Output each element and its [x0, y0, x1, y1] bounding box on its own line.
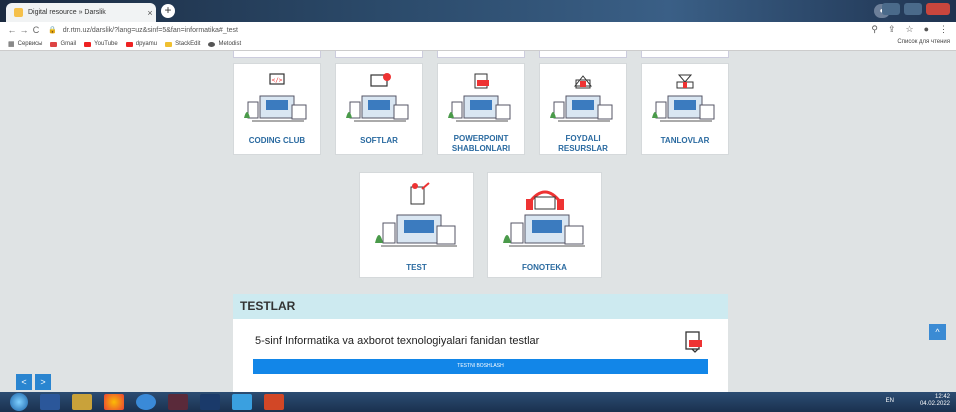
- bookmark-dpyamu[interactable]: dpyamu: [125, 41, 157, 47]
- card-label: TEST: [406, 263, 427, 272]
- testlar-section: TESTLAR 5-sinf Informatika va axborot te…: [233, 294, 728, 392]
- card-label: SOFTLAR: [360, 136, 398, 145]
- stackedit-icon: [165, 41, 173, 47]
- card-softlar[interactable]: SOFTLAR: [335, 63, 423, 155]
- bookmark-gmail[interactable]: Gmail: [50, 41, 76, 47]
- prev-page-button[interactable]: <: [16, 374, 32, 390]
- tab-title: Digital resource » Darslik: [28, 9, 106, 16]
- test-title: 5-sinf Informatika va axborot texnologiy…: [255, 335, 540, 347]
- reading-list[interactable]: Список для чтения: [897, 39, 950, 45]
- url-field[interactable]: dr.rtm.uz/darslik/?lang=uz&sinf=5&fan=in…: [63, 27, 238, 34]
- system-clock[interactable]: 12:42 04.02.2022: [920, 394, 950, 408]
- card-coding-club[interactable]: </> CODING CLUB: [233, 63, 321, 155]
- share-icon[interactable]: ⇪: [888, 24, 896, 35]
- telegram-icon[interactable]: [232, 394, 252, 410]
- card-strip: [437, 51, 525, 58]
- browser-app-icon[interactable]: [136, 394, 156, 410]
- close-window-button[interactable]: [926, 3, 950, 15]
- powerpoint-app-icon[interactable]: [264, 394, 284, 410]
- site-favicon-icon: [14, 8, 23, 17]
- zoom-icon[interactable]: ⚲: [871, 24, 878, 35]
- minimize-button[interactable]: [882, 3, 900, 15]
- back-button[interactable]: ←: [6, 25, 18, 35]
- card-strip: [335, 51, 423, 58]
- card-label: TANLOVLAR: [660, 136, 710, 145]
- address-actions: ⚲ ⇪ ☆ ● ⋮: [871, 24, 948, 35]
- page-content: </> CODING CLUB SOFTLAR POWERPOINT SHABL…: [0, 51, 956, 392]
- gmail-icon: [50, 41, 58, 47]
- coding-club-icon: </>: [244, 73, 307, 122]
- start-button[interactable]: [10, 393, 28, 411]
- card-tanlovlar[interactable]: TANLOVLAR: [641, 63, 729, 155]
- card-strip: [641, 51, 729, 58]
- forward-button[interactable]: →: [18, 25, 30, 35]
- metodist-icon: [208, 41, 216, 47]
- bookmark-stackedit[interactable]: StackEdit: [165, 41, 200, 47]
- star-icon[interactable]: ☆: [905, 24, 913, 35]
- app-icon[interactable]: [72, 394, 92, 410]
- window-controls: [882, 3, 950, 15]
- apps-grid-icon: ▦: [8, 41, 15, 48]
- svg-text:</>: </>: [272, 77, 283, 84]
- lock-icon: 🔒: [48, 27, 57, 34]
- card-strip: [233, 51, 321, 58]
- youtube-icon: [84, 41, 92, 47]
- next-page-button[interactable]: >: [35, 374, 51, 390]
- dpyamu-icon: [125, 41, 133, 47]
- bookmarks-bar: ▦ Сервисы Gmail YouTube dpyamu StackEdit …: [0, 38, 956, 51]
- tab-close-icon[interactable]: ×: [144, 8, 156, 18]
- os-taskbar: EN 12:42 04.02.2022: [0, 392, 956, 412]
- bookmark-youtube[interactable]: YouTube: [84, 41, 118, 47]
- trophy-icon: [652, 74, 715, 122]
- card-powerpoint-shablonlari[interactable]: POWERPOINT SHABLONLARI: [437, 63, 525, 155]
- account-icon[interactable]: ●: [924, 24, 929, 35]
- resources-icon: [550, 75, 613, 122]
- maximize-button[interactable]: [904, 3, 922, 15]
- scroll-to-top-button[interactable]: ^: [929, 324, 946, 340]
- address-bar: ← → C 🔒 dr.rtm.uz/darslik/?lang=uz&sinf=…: [0, 22, 956, 38]
- language-indicator[interactable]: EN: [886, 398, 894, 404]
- browser-tab-strip: Digital resource » Darslik × + ●: [0, 0, 956, 22]
- chrome-icon[interactable]: [104, 394, 124, 410]
- indesign-icon[interactable]: [168, 394, 188, 410]
- section-header: TESTLAR: [233, 294, 728, 319]
- bookmark-metodist[interactable]: Metodist: [208, 41, 241, 47]
- photoshop-icon[interactable]: [200, 394, 220, 410]
- headphones-icon: [502, 190, 585, 247]
- menu-icon[interactable]: ⋮: [939, 24, 948, 35]
- card-label: FONOTEKA: [522, 263, 567, 272]
- card-label: CODING CLUB: [248, 136, 306, 145]
- test-icon: [374, 182, 457, 247]
- file-download-icon[interactable]: [682, 331, 704, 353]
- start-test-button[interactable]: TESTNI BOSHLASH: [253, 359, 708, 374]
- card-foydali-resurslar[interactable]: FOYDALI RESURSLAR: [539, 63, 627, 155]
- bookmark-services[interactable]: ▦ Сервисы: [8, 40, 42, 48]
- reload-button[interactable]: C: [30, 25, 42, 35]
- software-icon: [346, 73, 409, 122]
- card-strip: [539, 51, 627, 58]
- card-label: POWERPOINT SHABLONLARI: [451, 134, 511, 153]
- card-label: FOYDALI RESURSLAR: [558, 134, 608, 153]
- browser-tab[interactable]: Digital resource » Darslik ×: [6, 3, 156, 22]
- card-test[interactable]: TEST: [359, 172, 474, 278]
- card-fonoteka[interactable]: FONOTEKA: [487, 172, 602, 278]
- word-icon[interactable]: [40, 394, 60, 410]
- new-tab-button[interactable]: +: [161, 4, 175, 18]
- powerpoint-icon: [448, 73, 511, 122]
